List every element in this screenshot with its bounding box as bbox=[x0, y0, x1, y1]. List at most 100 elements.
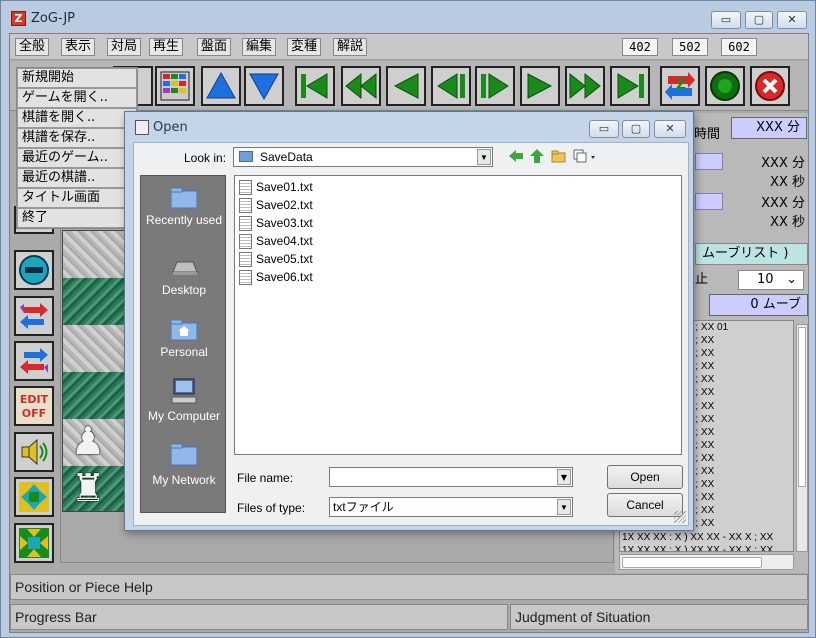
num-button-602[interactable]: 602 bbox=[721, 38, 757, 56]
place-personal[interactable]: Personal bbox=[141, 316, 227, 359]
num-button-402[interactable]: 402 bbox=[622, 38, 658, 56]
menu-item-recent-games[interactable]: 最近のゲーム.. bbox=[17, 148, 137, 168]
menu-commentary[interactable]: 解説 bbox=[333, 38, 368, 56]
chevron-down-icon: ⌄ bbox=[786, 272, 797, 287]
menu-view[interactable]: 表示 bbox=[61, 38, 96, 56]
hscroll-thumb[interactable] bbox=[622, 557, 762, 568]
back-arrow-icon[interactable] bbox=[508, 148, 524, 164]
chevron-down-icon[interactable]: ▼ bbox=[557, 469, 571, 485]
file-item[interactable]: Save01.txt bbox=[239, 179, 313, 195]
stop-button[interactable] bbox=[750, 66, 790, 106]
look-in-label: Look in: bbox=[184, 151, 227, 165]
stop-toggle[interactable]: 止 bbox=[695, 271, 725, 289]
menu-play[interactable]: 再生 bbox=[149, 38, 184, 56]
sound-icon bbox=[21, 438, 48, 466]
go-button[interactable] bbox=[705, 66, 745, 106]
place-desktop[interactable]: Desktop bbox=[141, 254, 227, 297]
menu-edit[interactable]: 編集 bbox=[242, 38, 277, 56]
fast-forward-button[interactable] bbox=[565, 66, 605, 106]
player2-color-box bbox=[695, 193, 723, 210]
chevron-down-icon[interactable]: ▼ bbox=[477, 149, 491, 165]
first-move-button[interactable] bbox=[295, 66, 335, 106]
edit-off-button[interactable]: EDIT OFF bbox=[14, 386, 54, 426]
computer-icon bbox=[171, 378, 197, 404]
menu-match[interactable]: 対局 bbox=[107, 38, 142, 56]
last-move-icon bbox=[617, 73, 644, 99]
fast-back-button[interactable] bbox=[341, 66, 381, 106]
file-item[interactable]: Save06.txt bbox=[239, 269, 313, 285]
move-list-item[interactable]: 1X XX XX : X ) XX XX - XX X ; XX bbox=[620, 531, 793, 544]
collapse-button[interactable] bbox=[14, 523, 54, 563]
vscroll-thumb[interactable] bbox=[798, 327, 806, 487]
file-item[interactable]: Save05.txt bbox=[239, 251, 313, 267]
board-view-button[interactable] bbox=[155, 66, 195, 106]
dialog-minimize-button[interactable]: ▭ bbox=[589, 120, 619, 138]
menu-item-open-record[interactable]: 棋譜を開く.. bbox=[17, 108, 137, 128]
player2-minutes: XXX 分 bbox=[761, 196, 805, 211]
menu-item-new-game[interactable]: 新規開始 bbox=[17, 68, 137, 88]
open-button[interactable]: Open bbox=[607, 465, 683, 489]
maximize-button[interactable]: ▢ bbox=[745, 11, 773, 29]
edit-off-icon: EDITOFF bbox=[20, 393, 49, 420]
minus-button[interactable] bbox=[14, 250, 54, 290]
move-list-hscrollbar[interactable] bbox=[619, 554, 794, 570]
move-list-vscrollbar[interactable] bbox=[796, 324, 808, 552]
place-my-network[interactable]: My Network bbox=[141, 440, 227, 487]
move-up-button[interactable] bbox=[201, 66, 241, 106]
menu-item-recent-records[interactable]: 最近の棋譜.. bbox=[17, 168, 137, 188]
menu-item-save-record[interactable]: 棋譜を保存.. bbox=[17, 128, 137, 148]
menu-variant[interactable]: 変種 bbox=[287, 38, 322, 56]
resize-grip[interactable] bbox=[674, 511, 686, 523]
position-help-bar: Position or Piece Help bbox=[10, 574, 808, 600]
swap-sides-button[interactable]: Z bbox=[660, 66, 700, 106]
back-button[interactable] bbox=[386, 66, 426, 106]
last-move-button[interactable] bbox=[610, 66, 650, 106]
menu-item-open-game[interactable]: ゲームを開く.. bbox=[17, 88, 137, 108]
white-pawn-piece[interactable]: ♟ bbox=[71, 421, 105, 461]
swap-arrows-alt-button[interactable] bbox=[14, 341, 54, 381]
general-menu-dropdown: 新規開始 ゲームを開く.. 棋譜を開く.. 棋譜を保存.. 最近のゲーム.. 最… bbox=[16, 67, 138, 229]
step-back-button[interactable] bbox=[431, 66, 471, 106]
dialog-maximize-button[interactable]: ▢ bbox=[622, 120, 650, 138]
white-rook-piece[interactable]: ♜ bbox=[71, 468, 105, 508]
movelist-header: ムーブリスト ) bbox=[695, 243, 808, 265]
board-view-icon bbox=[160, 71, 190, 101]
place-my-computer[interactable]: My Computer bbox=[141, 376, 227, 423]
personal-folder-icon bbox=[170, 319, 198, 341]
new-folder-icon[interactable] bbox=[551, 148, 567, 164]
sound-button[interactable] bbox=[14, 432, 54, 472]
chevron-down-icon[interactable]: ▼ bbox=[557, 499, 571, 515]
fast-forward-icon bbox=[569, 72, 601, 100]
menu-item-exit[interactable]: 終了 bbox=[17, 208, 137, 228]
file-item[interactable]: Save03.txt bbox=[239, 215, 313, 231]
up-folder-icon[interactable] bbox=[529, 148, 545, 164]
cancel-button[interactable]: Cancel bbox=[607, 493, 683, 517]
file-name-input[interactable]: ▼ bbox=[329, 467, 573, 487]
menu-board[interactable]: 盤面 bbox=[197, 38, 232, 56]
forward-button[interactable] bbox=[520, 66, 560, 106]
menu-general[interactable]: 全般 bbox=[15, 38, 50, 56]
num-button-502[interactable]: 502 bbox=[672, 38, 708, 56]
menu-item-title-screen[interactable]: タイトル画面 bbox=[17, 188, 137, 208]
close-button[interactable]: ✕ bbox=[777, 11, 807, 29]
player1-minutes: XXX 分 bbox=[761, 156, 805, 171]
minimize-button[interactable]: ▭ bbox=[711, 11, 741, 29]
swap-sides-icon: Z bbox=[665, 72, 695, 100]
files-of-type-select[interactable]: txtファイル ▼ bbox=[329, 497, 573, 517]
file-item[interactable]: Save02.txt bbox=[239, 197, 313, 213]
dialog-app-icon bbox=[135, 120, 149, 135]
expand-button[interactable] bbox=[14, 477, 54, 517]
svg-text:OFF: OFF bbox=[22, 407, 46, 420]
move-down-button[interactable] bbox=[244, 66, 284, 106]
place-recently-used[interactable]: Recently used bbox=[141, 184, 227, 227]
swap-arrows-button[interactable] bbox=[14, 296, 54, 336]
look-in-select[interactable]: SaveData ▼ bbox=[233, 147, 493, 167]
move-list-item[interactable]: 1X XX XX : X ) XX XX - XX X ; XX bbox=[620, 544, 793, 551]
file-list[interactable]: Save01.txt Save02.txt Save03.txt Save04.… bbox=[234, 175, 682, 455]
step-forward-button[interactable] bbox=[475, 66, 515, 106]
file-item[interactable]: Save04.txt bbox=[239, 233, 313, 249]
forward-icon bbox=[527, 73, 553, 99]
dialog-close-button[interactable]: ✕ bbox=[654, 120, 686, 138]
view-menu-icon[interactable] bbox=[573, 148, 597, 164]
depth-select[interactable]: 10 ⌄ bbox=[738, 270, 804, 290]
